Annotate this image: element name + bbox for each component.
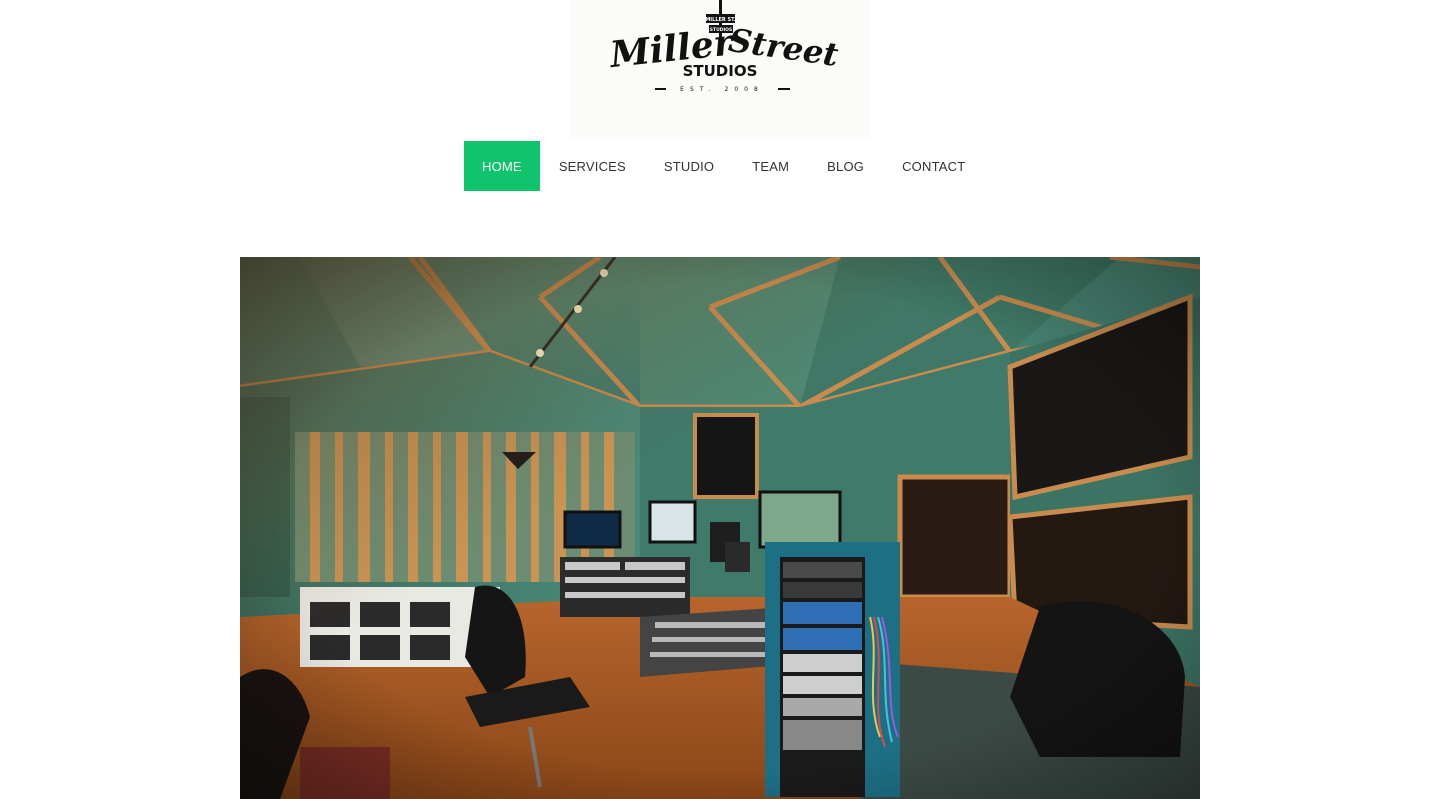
nav-item-services[interactable]: SERVICES	[540, 141, 645, 191]
logo-est-text: EST. 2008	[680, 86, 764, 93]
hero-image	[240, 257, 1200, 799]
logo-est-line-left	[655, 88, 666, 90]
logo-est-line-right	[778, 88, 790, 90]
page: MILLER ST. STUDIOS Miller Street STUDIOS…	[0, 0, 1440, 799]
nav-item-home[interactable]: HOME	[464, 141, 540, 191]
nav-item-team[interactable]: TEAM	[733, 141, 808, 191]
nav-item-blog[interactable]: BLOG	[808, 141, 883, 191]
logo-studios-text: STUDIOS	[683, 62, 758, 80]
studio-photo	[240, 257, 1200, 799]
nav-item-contact[interactable]: CONTACT	[883, 141, 984, 191]
main-nav: HOME SERVICES STUDIO TEAM BLOG CONTACT	[464, 141, 984, 191]
vignette	[240, 257, 1200, 799]
site-logo[interactable]: MILLER ST. STUDIOS Miller Street STUDIOS…	[570, 0, 870, 139]
nav-item-studio[interactable]: STUDIO	[645, 141, 733, 191]
logo-graphic: MILLER ST. STUDIOS Miller Street STUDIOS…	[606, 0, 841, 93]
